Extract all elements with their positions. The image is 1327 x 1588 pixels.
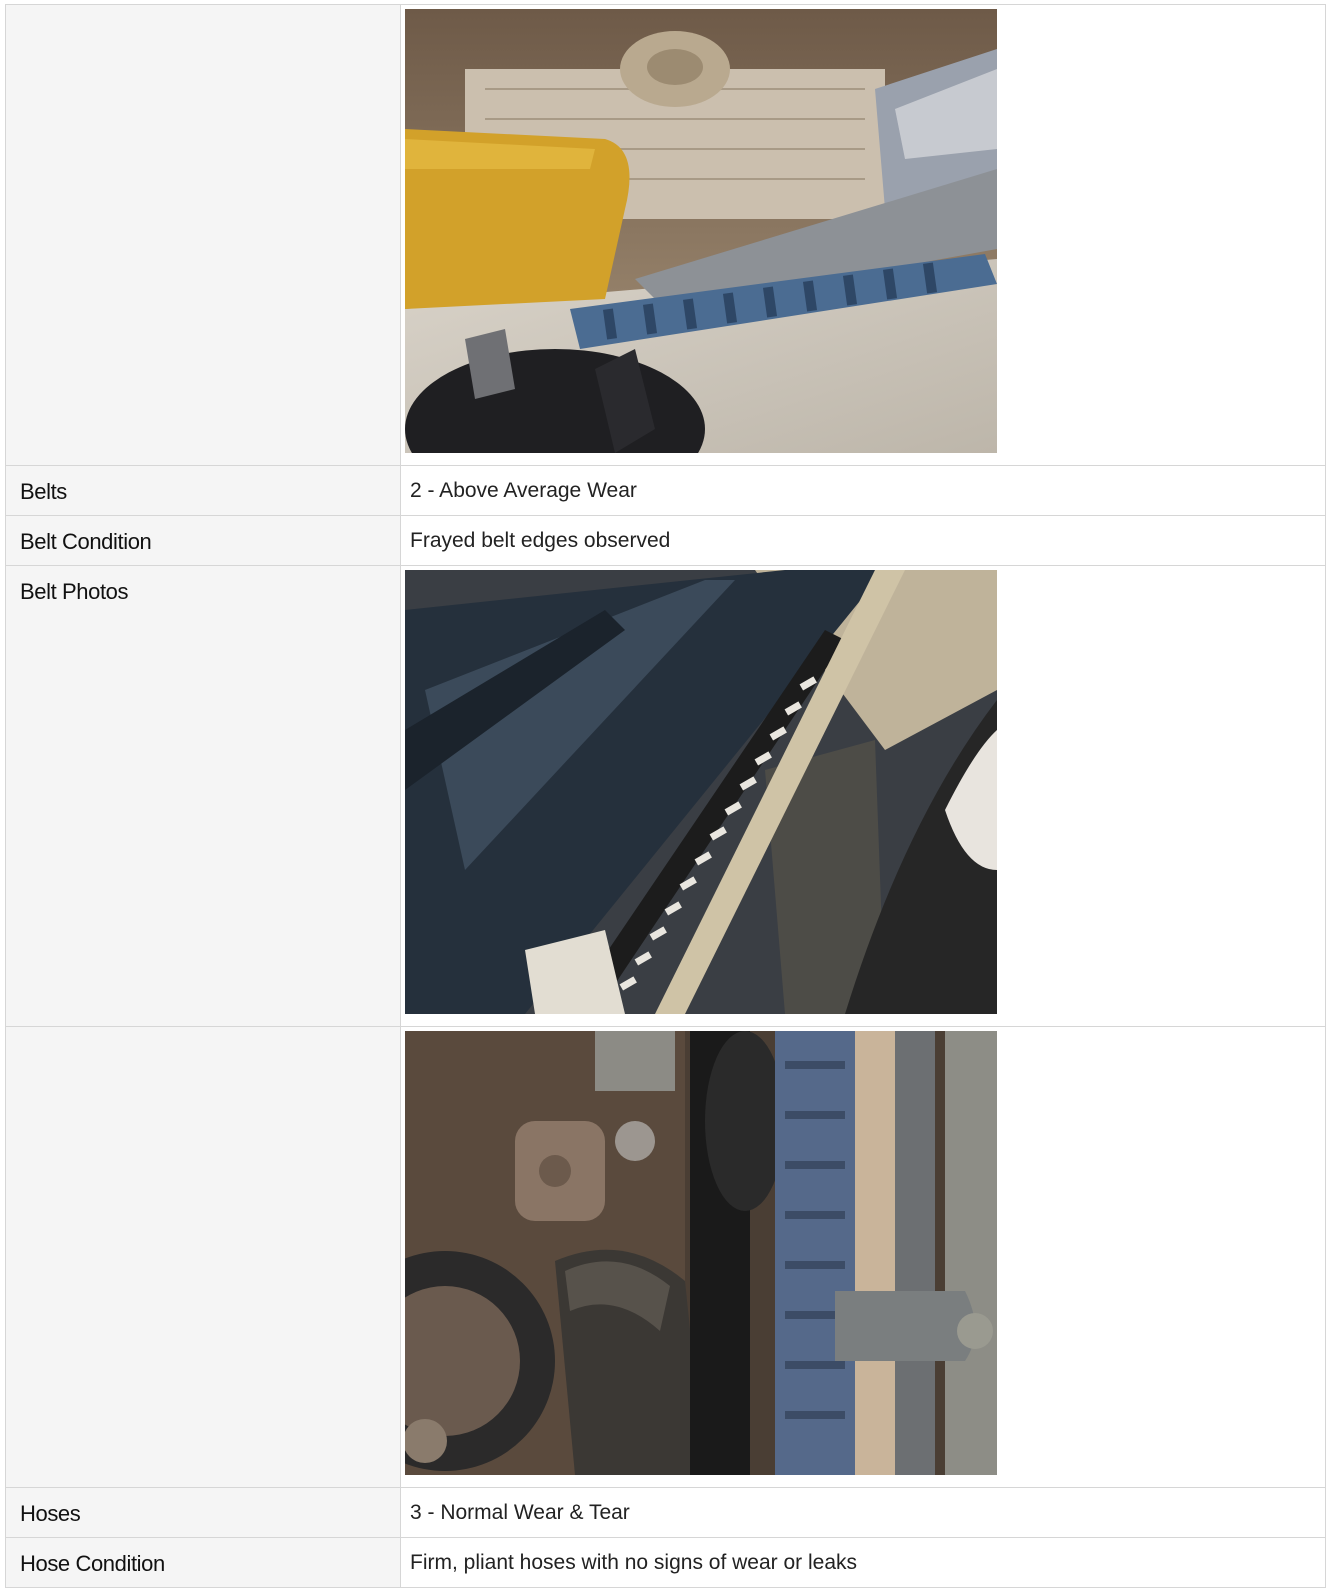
table-row <box>5 1026 1326 1488</box>
engine-pulley-hose-photo[interactable] <box>405 1031 997 1475</box>
row-label <box>5 1026 401 1488</box>
table-row: Belt Condition Frayed belt edges observe… <box>5 515 1326 566</box>
table-row: Hoses 3 - Normal Wear & Tear <box>5 1487 1326 1538</box>
belt-condition-label: Belt Condition <box>5 515 401 566</box>
photo-cell <box>400 565 1326 1027</box>
engine-bay-radiator-photo[interactable] <box>405 9 997 453</box>
hose-condition-value: Firm, pliant hoses with no signs of wear… <box>400 1537 1326 1588</box>
photo-cell <box>400 4 1326 466</box>
hose-condition-label: Hose Condition <box>5 1537 401 1588</box>
inspection-table: Belts 2 - Above Average Wear Belt Condit… <box>5 4 1326 1588</box>
hoses-value: 3 - Normal Wear & Tear <box>400 1487 1326 1538</box>
photo-cell <box>400 1026 1326 1488</box>
table-row: Belts 2 - Above Average Wear <box>5 465 1326 516</box>
belt-closeup-photo[interactable] <box>405 570 997 1014</box>
belts-value: 2 - Above Average Wear <box>400 465 1326 516</box>
table-row <box>5 4 1326 466</box>
belt-photos-label: Belt Photos <box>5 565 401 1027</box>
belts-label: Belts <box>5 465 401 516</box>
row-label <box>5 4 401 466</box>
table-row: Belt Photos <box>5 565 1326 1027</box>
table-row: Hose Condition Firm, pliant hoses with n… <box>5 1537 1326 1588</box>
belt-condition-value: Frayed belt edges observed <box>400 515 1326 566</box>
hoses-label: Hoses <box>5 1487 401 1538</box>
